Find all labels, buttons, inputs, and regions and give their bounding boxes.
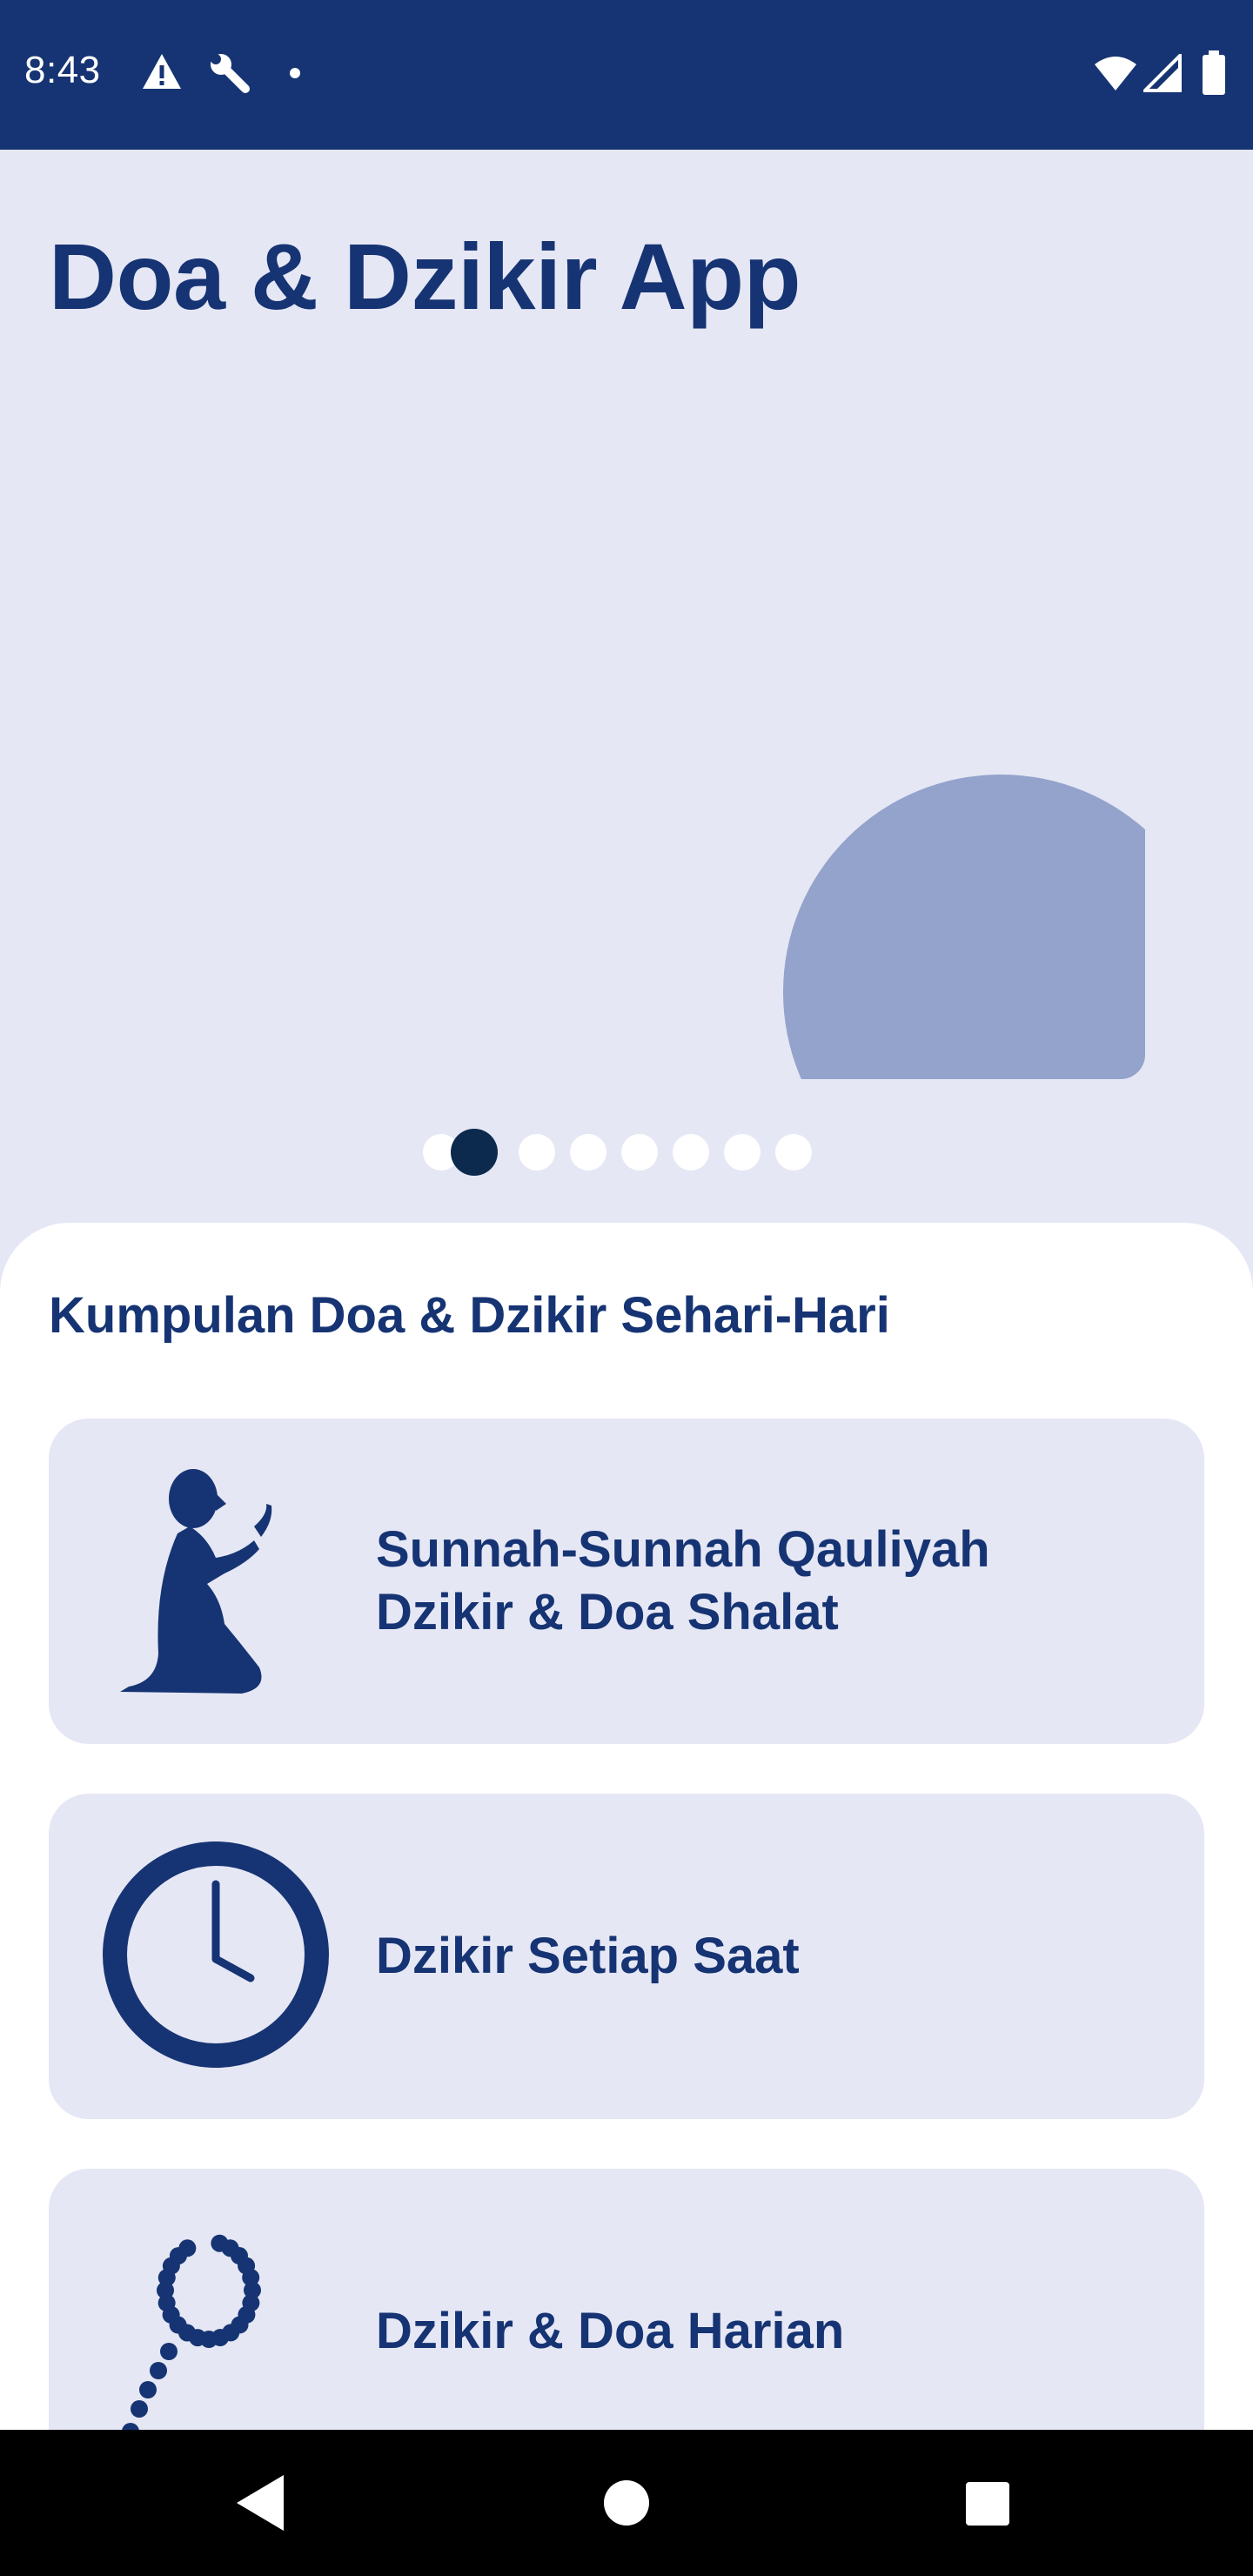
app-title: Doa & Dzikir App (49, 224, 801, 329)
section-title: Kumpulan Doa & Dzikir Sehari-Hari (49, 1287, 890, 1344)
card-title-line1: Dzikir & Doa Harian (376, 2303, 845, 2359)
warning-icon (143, 54, 181, 89)
status-bar: 8:43 (0, 0, 1253, 150)
card-title-line1: Dzikir Setiap Saat (376, 1928, 800, 1984)
clock-icon (103, 1841, 329, 2068)
prayer-beads-icon (122, 2234, 261, 2440)
hero-shape (783, 775, 1145, 1079)
back-icon[interactable] (224, 2466, 298, 2539)
carousel-dot[interactable] (775, 1134, 812, 1171)
battery-icon (1203, 50, 1225, 95)
recents-icon[interactable] (950, 2466, 1023, 2539)
carousel-indicator (0, 1129, 1253, 1176)
carousel-slide-image[interactable] (783, 775, 1145, 1079)
home-icon[interactable] (590, 2466, 663, 2539)
card-title-line1: Sunnah-Sunnah Qauliyah (376, 1521, 990, 1578)
card-label: Dzikir Setiap Saat (376, 1794, 1159, 2119)
carousel-dot[interactable] (673, 1134, 709, 1171)
carousel-dot-active[interactable] (451, 1129, 498, 1176)
dot-icon (290, 68, 300, 78)
carousel-dot[interactable] (570, 1134, 606, 1171)
carousel-dot[interactable] (621, 1134, 658, 1171)
wrench-icon (211, 54, 250, 93)
card-title-line2: Dzikir & Doa Shalat (376, 1584, 839, 1640)
signal-icon (1143, 54, 1182, 92)
navigation-bar (0, 2430, 1253, 2576)
card-dzikir-setiap-saat[interactable]: Dzikir Setiap Saat (49, 1794, 1204, 2119)
card-sunnah-qauliyah[interactable]: Sunnah-Sunnah Qauliyah Dzikir & Doa Shal… (49, 1419, 1204, 1744)
wifi-icon (1095, 57, 1136, 91)
card-label: Sunnah-Sunnah Qauliyah Dzikir & Doa Shal… (376, 1419, 1159, 1744)
status-time: 8:43 (24, 49, 101, 91)
carousel-dot[interactable] (724, 1134, 761, 1171)
carousel-dot[interactable] (519, 1134, 555, 1171)
praying-person-icon (120, 1469, 272, 1694)
